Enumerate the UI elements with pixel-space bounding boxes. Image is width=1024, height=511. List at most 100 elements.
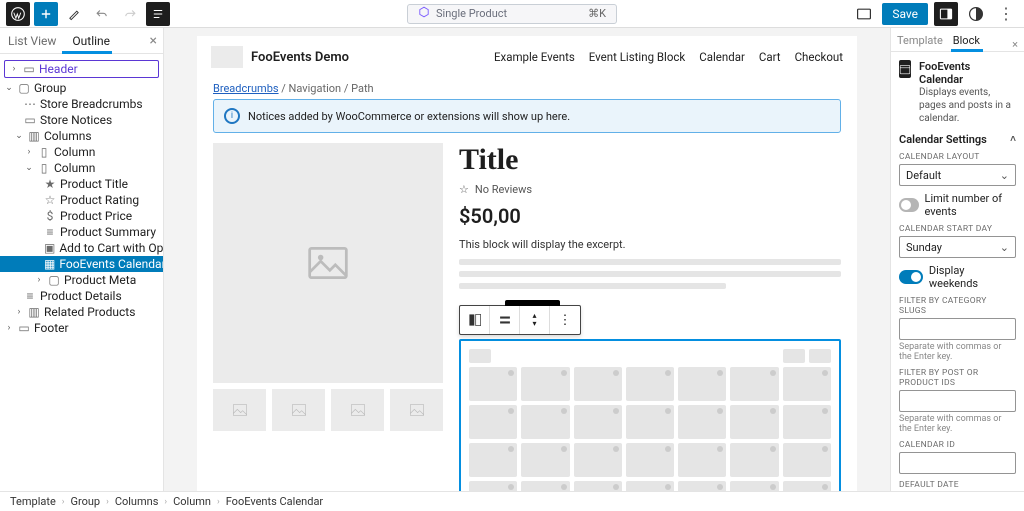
crumb-item[interactable]: Columns bbox=[115, 495, 159, 508]
tree-row-related-products[interactable]: ›▥Related Products bbox=[0, 304, 163, 320]
tree-row-store-notices[interactable]: ▭Store Notices bbox=[0, 112, 163, 128]
site-header: FooEvents Demo Example Events Event List… bbox=[197, 36, 857, 78]
star-icon: ☆ bbox=[44, 194, 56, 206]
input-filter-category[interactable] bbox=[899, 318, 1016, 340]
tools-button[interactable] bbox=[62, 2, 86, 26]
related-icon: ▥ bbox=[28, 306, 40, 318]
tree-row-header[interactable]: ›▭Header bbox=[4, 60, 159, 78]
nav-item[interactable]: Event Listing Block bbox=[589, 50, 685, 64]
cal-nav-placeholder bbox=[809, 349, 831, 363]
tree-row-column-2[interactable]: ⌄▯Column bbox=[0, 160, 163, 176]
calendar-cell bbox=[678, 481, 726, 491]
editor-canvas[interactable]: FooEvents Demo Example Events Event List… bbox=[164, 28, 890, 491]
thumb-placeholder bbox=[213, 389, 266, 431]
wordpress-logo-button[interactable] bbox=[6, 2, 30, 26]
calendar-cell bbox=[783, 481, 831, 491]
redo-button[interactable] bbox=[118, 2, 142, 26]
close-panel-button[interactable]: × bbox=[150, 33, 157, 49]
tab-outline[interactable]: Outline bbox=[64, 34, 118, 48]
bookmark-icon: ★ bbox=[44, 178, 56, 190]
calendar-cell bbox=[574, 443, 622, 477]
tree-row-product-details[interactable]: ≡Product Details bbox=[0, 288, 163, 304]
tree-row-product-meta[interactable]: ›▢Product Meta bbox=[0, 272, 163, 288]
panel-calendar-settings[interactable]: Calendar Settings˄ bbox=[899, 133, 1016, 146]
add-block-button[interactable] bbox=[34, 2, 58, 26]
tree-row-fooevents-calendar[interactable]: ▦FooEvents Calendar⋮ bbox=[0, 256, 163, 272]
toggle-limit-events[interactable]: Limit number of events bbox=[899, 192, 1016, 218]
calendar-cell bbox=[730, 405, 778, 439]
document-overview-button[interactable] bbox=[146, 2, 170, 26]
calendar-cell bbox=[626, 481, 674, 491]
nav-item[interactable]: Checkout bbox=[795, 50, 843, 64]
calendar-block-icon bbox=[899, 60, 911, 78]
thumb-placeholder bbox=[272, 389, 325, 431]
tree-row-product-rating[interactable]: ☆Product Rating bbox=[0, 192, 163, 208]
tree-row-add-to-cart[interactable]: ▣Add to Cart with Options bbox=[0, 240, 163, 256]
cal-nav-placeholder bbox=[469, 349, 491, 363]
select-start-day[interactable]: Sunday bbox=[899, 236, 1016, 258]
input-filter-post[interactable] bbox=[899, 390, 1016, 412]
tree-row-column-1[interactable]: ›▯Column bbox=[0, 144, 163, 160]
store-notice: i Notices added by WooCommerce or extens… bbox=[213, 99, 841, 133]
toolbar-drag-handle[interactable] bbox=[490, 306, 520, 334]
calendar-cell bbox=[469, 443, 517, 477]
tree-row-store-breadcrumbs[interactable]: ⋯Store Breadcrumbs bbox=[0, 96, 163, 112]
tree-row-product-price[interactable]: $Product Price bbox=[0, 208, 163, 224]
nav-item[interactable]: Cart bbox=[759, 50, 781, 64]
column-icon: ▯ bbox=[38, 162, 50, 174]
breadcrumb-icon: ⋯ bbox=[24, 98, 36, 110]
tree-row-group[interactable]: ⌄▢Group bbox=[0, 80, 163, 96]
sidebar-tabs: Template Block × bbox=[891, 28, 1024, 52]
tree-row-footer[interactable]: ›▭Footer bbox=[0, 320, 163, 336]
skeleton-line bbox=[459, 283, 726, 289]
crumb-item[interactable]: Template bbox=[10, 495, 56, 508]
switch-on-icon bbox=[899, 270, 923, 284]
tree-row-columns[interactable]: ⌄▥Columns bbox=[0, 128, 163, 144]
calendar-cell bbox=[678, 367, 726, 401]
crumb-item[interactable]: FooEvents Calendar bbox=[226, 495, 323, 508]
calendar-cell bbox=[469, 405, 517, 439]
tab-block[interactable]: Block bbox=[953, 34, 980, 51]
breadcrumb-link[interactable]: Breadcrumbs bbox=[213, 82, 279, 95]
fooevents-calendar-block[interactable] bbox=[459, 339, 841, 491]
product-rating: ☆No Reviews bbox=[459, 183, 841, 196]
close-sidebar-button[interactable]: × bbox=[1012, 38, 1018, 51]
block-card-title: FooEvents Calendar bbox=[919, 60, 1016, 86]
calendar-icon: ▦ bbox=[44, 258, 55, 270]
crumb-item[interactable]: Group bbox=[70, 495, 100, 508]
toolbar-block-type[interactable] bbox=[460, 306, 490, 334]
calendar-cell bbox=[574, 405, 622, 439]
label-filter-category: FILTER BY CATEGORY SLUGS bbox=[899, 296, 1016, 316]
toolbar-move[interactable]: ▴▾ bbox=[520, 306, 550, 334]
command-palette-label: Single Product bbox=[436, 7, 507, 20]
command-palette[interactable]: Single Product ⌘K bbox=[407, 4, 617, 24]
calendar-cell bbox=[626, 405, 674, 439]
toolbar-options[interactable]: ⋮ bbox=[550, 306, 580, 334]
tree-row-product-summary[interactable]: ≡Product Summary bbox=[0, 224, 163, 240]
block-card: FooEvents Calendar Displays events, page… bbox=[899, 60, 1016, 125]
settings-sidebar-toggle[interactable] bbox=[934, 2, 958, 26]
breadcrumb: Breadcrumbs / Navigation / Path bbox=[197, 78, 857, 99]
options-button[interactable]: ⋮ bbox=[994, 2, 1018, 26]
input-calendar-id[interactable] bbox=[899, 452, 1016, 474]
block-card-desc: Displays events, pages and posts in a ca… bbox=[919, 86, 1016, 125]
toggle-display-weekends[interactable]: Display weekends bbox=[899, 264, 1016, 290]
tab-list-view[interactable]: List View bbox=[0, 34, 64, 48]
calendar-cell bbox=[469, 481, 517, 491]
nav-item[interactable]: Calendar bbox=[699, 50, 745, 64]
view-button[interactable] bbox=[852, 2, 876, 26]
styles-button[interactable] bbox=[964, 2, 988, 26]
tree-row-product-title[interactable]: ★Product Title bbox=[0, 176, 163, 192]
page-preview: FooEvents Demo Example Events Event List… bbox=[197, 36, 857, 491]
nav-item[interactable]: Example Events bbox=[494, 50, 575, 64]
site-logo-placeholder bbox=[211, 46, 243, 68]
calendar-cell bbox=[783, 367, 831, 401]
tab-template[interactable]: Template bbox=[897, 34, 943, 51]
calendar-grid bbox=[469, 367, 831, 491]
select-calendar-layout[interactable]: Default bbox=[899, 164, 1016, 186]
save-button[interactable]: Save bbox=[882, 3, 928, 25]
calendar-cell bbox=[730, 443, 778, 477]
site-nav: Example Events Event Listing Block Calen… bbox=[494, 50, 843, 64]
undo-button[interactable] bbox=[90, 2, 114, 26]
crumb-item[interactable]: Column bbox=[173, 495, 211, 508]
